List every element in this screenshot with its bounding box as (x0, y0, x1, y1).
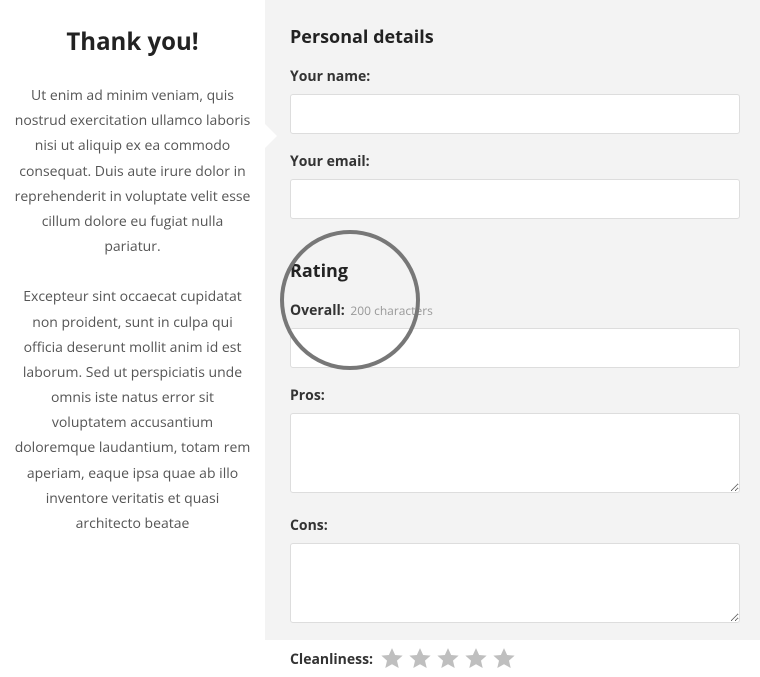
star-icon[interactable] (491, 646, 517, 672)
name-label: Your name: (290, 67, 740, 86)
cons-label: Cons: (290, 516, 740, 535)
pros-textarea[interactable] (290, 413, 740, 493)
thank-you-para-2: Excepteur sint occaecat cupidatat non pr… (12, 284, 253, 536)
personal-details-heading: Personal details (290, 25, 740, 49)
review-form-panel: Personal details Your name: Your email: … (265, 0, 760, 640)
star-icon[interactable] (435, 646, 461, 672)
star-icon[interactable] (463, 646, 489, 672)
name-input[interactable] (290, 94, 740, 134)
email-label: Your email: (290, 152, 740, 171)
cleanliness-stars (379, 646, 519, 672)
cleanliness-label: Cleanliness: (290, 650, 373, 669)
star-icon[interactable] (407, 646, 433, 672)
pointer-arrow-icon (263, 122, 277, 150)
overall-label: Overall: 200 characters (290, 301, 740, 320)
cons-textarea[interactable] (290, 543, 740, 623)
overall-input[interactable] (290, 328, 740, 368)
pros-label: Pros: (290, 386, 740, 405)
thank-you-para-1: Ut enim ad minim veniam, quis nostrud ex… (12, 83, 253, 259)
rating-heading: Rating (290, 259, 740, 283)
overall-label-text: Overall: (290, 301, 345, 320)
star-icon[interactable] (379, 646, 405, 672)
thank-you-panel: Thank you! Ut enim ad minim veniam, quis… (0, 0, 265, 640)
thank-you-title: Thank you! (12, 25, 253, 58)
email-input[interactable] (290, 179, 740, 219)
overall-hint: 200 characters (350, 302, 432, 319)
